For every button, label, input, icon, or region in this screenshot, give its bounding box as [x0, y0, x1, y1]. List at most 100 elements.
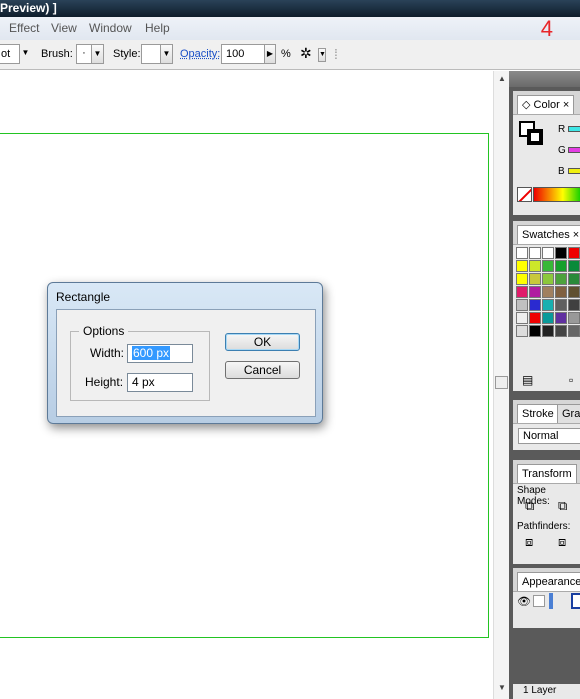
swatch[interactable]	[555, 260, 567, 272]
menu-view[interactable]: View	[51, 17, 77, 40]
control-toolbar: ot ▼ Brush: · ▼ Style: ▼ Opacity: 100 ▶ …	[0, 40, 580, 70]
eye-icon[interactable]: 👁	[517, 595, 531, 608]
opacity-label[interactable]: Opacity:	[180, 48, 220, 60]
swatch[interactable]	[568, 286, 580, 298]
style-label: Style:	[113, 48, 141, 60]
swatch[interactable]	[542, 247, 554, 259]
menu-window[interactable]: Window	[89, 17, 132, 40]
stroke-panel: Stroke Grad Normal	[513, 400, 580, 450]
opacity-input[interactable]: 100	[221, 44, 265, 64]
r-slider[interactable]	[568, 126, 580, 132]
swatch[interactable]	[529, 247, 541, 259]
ok-button[interactable]: OK	[225, 333, 300, 351]
swatch[interactable]	[555, 325, 567, 337]
vertical-scrollbar[interactable]: ▲ ▼	[493, 71, 509, 699]
options-group: Options Width: 600 px Height: 4 px	[70, 324, 210, 401]
brush-label: Brush:	[41, 48, 73, 60]
swatch[interactable]	[516, 247, 528, 259]
swatch[interactable]	[516, 273, 528, 285]
trim-icon[interactable]: ⧈	[558, 534, 566, 550]
menu-effect[interactable]: Effect	[9, 17, 39, 40]
scroll-down-icon[interactable]: ▼	[498, 683, 506, 692]
swatch[interactable]	[555, 299, 567, 311]
brush-dropdown[interactable]: ·	[76, 44, 92, 64]
swatch[interactable]	[542, 299, 554, 311]
swatch[interactable]	[568, 325, 580, 337]
tab-color[interactable]: ◇ Color ×	[517, 95, 575, 114]
b-slider[interactable]	[568, 168, 580, 174]
swatch[interactable]	[529, 260, 541, 272]
chevron-down-icon[interactable]: ▼	[160, 44, 173, 64]
scroll-up-icon[interactable]: ▲	[498, 74, 506, 83]
layer-count: 1 Layer	[523, 685, 557, 696]
swatch[interactable]	[568, 299, 580, 311]
swatch[interactable]	[529, 286, 541, 298]
tab-appearance[interactable]: Appearance	[517, 572, 580, 591]
chevron-down-icon[interactable]: ▼	[19, 44, 32, 64]
menu-help[interactable]: Help	[145, 17, 170, 40]
title-bar: Preview) ]	[0, 0, 580, 17]
g-slider[interactable]	[568, 147, 580, 153]
swatch[interactable]	[529, 325, 541, 337]
chevron-down-icon[interactable]: ▼	[91, 44, 104, 64]
channel-r-label: R	[558, 124, 566, 135]
unite-icon[interactable]: ⧉	[525, 498, 534, 514]
layer-color-bar	[549, 593, 553, 609]
tab-stroke[interactable]: Stroke	[517, 404, 559, 423]
swatch[interactable]	[555, 273, 567, 285]
color-panel: ◇ Color × R G B	[513, 91, 580, 215]
swatch[interactable]	[555, 247, 567, 259]
stroke-swatch[interactable]	[527, 129, 543, 145]
swatch[interactable]	[529, 273, 541, 285]
chevron-down-icon[interactable]: ▼	[318, 48, 326, 62]
color-spectrum[interactable]	[533, 187, 580, 202]
tab-transform[interactable]: Transform	[517, 464, 577, 483]
swatch-library-icon[interactable]: ▤	[522, 373, 533, 387]
swatch[interactable]	[568, 312, 580, 324]
new-swatch-icon[interactable]: ▫	[569, 373, 573, 387]
swatch[interactable]	[516, 260, 528, 272]
tab-swatches[interactable]: Swatches ×	[517, 225, 580, 244]
swatch[interactable]	[516, 312, 528, 324]
swatch[interactable]	[529, 312, 541, 324]
layer-thumbnail[interactable]	[571, 593, 580, 609]
percent-label: %	[281, 48, 291, 60]
width-input[interactable]: 600 px	[127, 344, 193, 363]
cancel-button[interactable]: Cancel	[225, 361, 300, 379]
swatch[interactable]	[542, 312, 554, 324]
swatch[interactable]	[568, 247, 580, 259]
swatches-panel: Swatches × ▤ ▫	[513, 221, 580, 391]
swatch[interactable]	[542, 260, 554, 272]
scrollbar-thumb[interactable]	[495, 376, 508, 389]
swatch[interactable]	[542, 273, 554, 285]
menu-bar: Effect View Window Help	[0, 17, 580, 40]
swatch[interactable]	[555, 312, 567, 324]
dialog-title: Rectangle	[56, 290, 111, 304]
panel-grip-icon: ⁞	[334, 46, 338, 62]
swatch[interactable]	[555, 286, 567, 298]
minus-front-icon[interactable]: ⧉	[558, 498, 567, 514]
magic-wand-icon[interactable]: ✲	[300, 45, 312, 62]
blend-mode-dropdown[interactable]: Normal	[518, 428, 580, 444]
divide-icon[interactable]: ⧈	[525, 534, 533, 550]
partial-dropdown[interactable]: ot	[0, 44, 20, 64]
width-label: Width:	[90, 346, 125, 360]
swatch[interactable]	[516, 325, 528, 337]
lock-toggle[interactable]	[533, 595, 545, 607]
swatch[interactable]	[568, 260, 580, 272]
swatch[interactable]	[516, 299, 528, 311]
rectangle-dialog: Rectangle Options Width: 600 px Height: …	[47, 282, 323, 424]
tab-gradient[interactable]: Grad	[557, 404, 580, 423]
swatch[interactable]	[542, 325, 554, 337]
chevron-right-icon[interactable]: ▶	[264, 44, 276, 64]
none-swatch-icon[interactable]	[517, 187, 532, 202]
step-number: 4	[540, 16, 553, 41]
swatch[interactable]	[542, 286, 554, 298]
swatch[interactable]	[516, 286, 528, 298]
height-input[interactable]: 4 px	[127, 373, 193, 392]
swatch[interactable]	[568, 273, 580, 285]
width-value: 600 px	[132, 346, 171, 360]
swatch[interactable]	[529, 299, 541, 311]
swatch-grid[interactable]	[516, 247, 580, 337]
style-swatch[interactable]	[141, 44, 161, 64]
